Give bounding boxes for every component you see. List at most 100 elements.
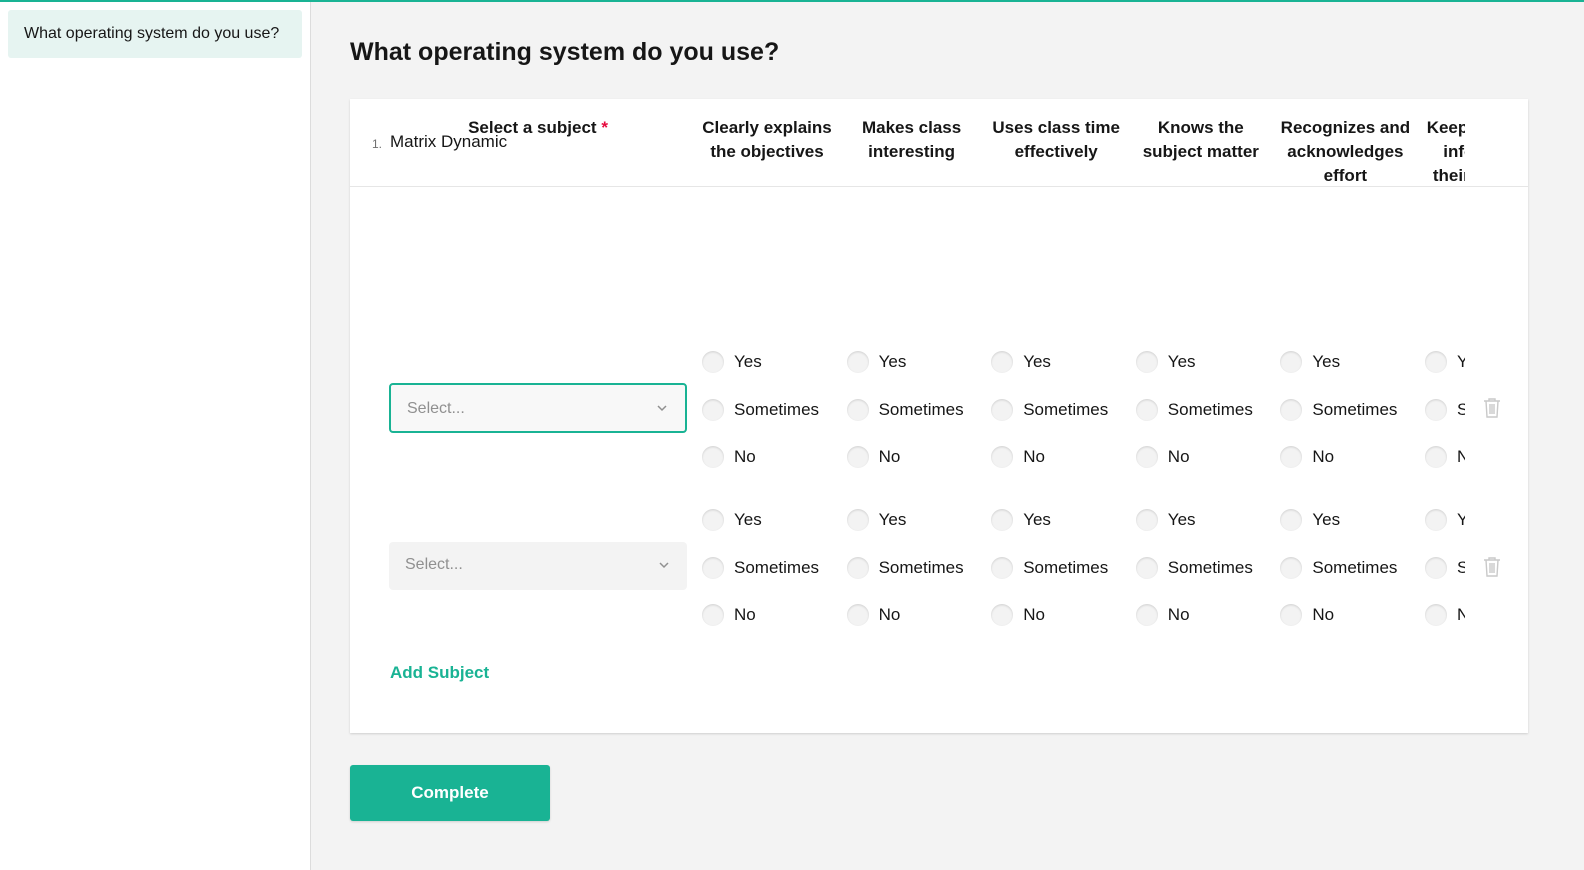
radio-circle[interactable] (1425, 351, 1447, 373)
radio-circle[interactable] (1135, 604, 1158, 626)
radio-option[interactable]: No (991, 444, 1045, 470)
radio-option[interactable]: No (1135, 602, 1190, 628)
radio-option[interactable]: No (1425, 602, 1465, 628)
radio-circle[interactable] (702, 509, 724, 531)
radio-option[interactable]: Sometimes (1425, 555, 1465, 581)
radio-label: Sometimes (1457, 399, 1465, 419)
radio-circle[interactable] (846, 398, 869, 421)
chevron-down-icon (659, 562, 669, 569)
radio-circle[interactable] (702, 351, 724, 373)
radio-circle[interactable] (1425, 604, 1447, 626)
complete-button[interactable]: Complete (350, 765, 550, 821)
radio-option[interactable]: Yes (846, 507, 906, 533)
radio-option[interactable]: Sometimes (846, 555, 964, 581)
radio-circle[interactable] (702, 556, 724, 579)
radio-label: No (1023, 447, 1045, 466)
radio-circle[interactable] (1280, 509, 1303, 531)
chevron-down-icon (657, 405, 667, 412)
column-header: Clearly explains the objectives (702, 118, 832, 161)
radio-circle[interactable] (991, 351, 1014, 373)
radio-circle[interactable] (991, 509, 1014, 531)
radio-option[interactable]: Sometimes (702, 397, 819, 423)
radio-circle[interactable] (1425, 556, 1447, 579)
radio-label: Yes (1457, 352, 1465, 371)
radio-label: No (1312, 605, 1335, 624)
radio-circle[interactable] (991, 398, 1014, 421)
radio-circle[interactable] (1425, 446, 1447, 468)
radio-circle[interactable] (1280, 446, 1303, 468)
radio-circle[interactable] (1425, 509, 1447, 531)
radio-circle[interactable] (1425, 398, 1447, 421)
radio-option[interactable]: Yes (1280, 349, 1340, 375)
radio-circle[interactable] (1135, 351, 1158, 373)
radio-label: No (1167, 605, 1190, 624)
radio-option[interactable]: Yes (991, 349, 1051, 375)
radio-option[interactable]: Yes (991, 507, 1051, 533)
radio-label: Yes (734, 352, 762, 371)
radio-circle[interactable] (1135, 556, 1158, 579)
radio-circle[interactable] (1280, 556, 1303, 579)
radio-circle[interactable] (991, 446, 1014, 468)
radio-option[interactable]: Sometimes (702, 555, 819, 581)
radio-option[interactable]: No (1280, 602, 1334, 628)
radio-circle[interactable] (1135, 509, 1158, 531)
radio-option[interactable]: Sometimes (1135, 397, 1253, 423)
radio-option[interactable]: Yes (1135, 349, 1196, 375)
radio-option[interactable]: No (1280, 444, 1334, 470)
radio-option[interactable]: No (702, 602, 756, 628)
radio-circle[interactable] (702, 398, 724, 421)
dropdown-placeholder: Select... (407, 400, 465, 417)
radio-circle[interactable] (1280, 604, 1303, 626)
radio-circle[interactable] (846, 556, 869, 579)
add-subject-button[interactable]: Add Subject (390, 663, 489, 683)
trash-icon[interactable] (1482, 556, 1502, 578)
radio-option[interactable]: Yes (1135, 507, 1196, 533)
radio-label: Sometimes (1167, 557, 1253, 577)
column-header: Makes class interesting (861, 118, 962, 161)
radio-circle[interactable] (702, 446, 724, 468)
radio-option[interactable]: Yes (1425, 349, 1465, 375)
radio-option[interactable]: No (702, 444, 756, 470)
radio-circle[interactable] (1135, 446, 1158, 468)
radio-label: Yes (1167, 352, 1196, 371)
radio-option[interactable]: Yes (702, 349, 762, 375)
column-header: Recognizes and acknowledges effort (1280, 118, 1411, 185)
radio-option[interactable]: No (846, 602, 900, 628)
radio-circle[interactable] (1280, 351, 1303, 373)
radio-circle[interactable] (846, 509, 869, 531)
radio-label: Yes (878, 352, 907, 371)
trash-icon[interactable] (1482, 397, 1502, 419)
radio-option[interactable]: Sometimes (1280, 555, 1397, 581)
radio-label: Yes (1023, 510, 1051, 529)
radio-label: Yes (1312, 352, 1341, 371)
radio-circle[interactable] (846, 351, 869, 373)
radio-circle[interactable] (846, 604, 869, 626)
radio-option[interactable]: Sometimes (991, 555, 1108, 581)
radio-circle[interactable] (1280, 398, 1303, 421)
radio-circle[interactable] (702, 604, 724, 626)
radio-label: No (1457, 605, 1465, 624)
radio-label: Yes (1457, 510, 1465, 529)
radio-option[interactable]: No (1425, 444, 1465, 470)
radio-option[interactable]: Sometimes (1135, 555, 1253, 581)
radio-option[interactable]: Yes (1425, 507, 1465, 533)
radio-option[interactable]: No (1135, 444, 1190, 470)
radio-option[interactable]: No (991, 602, 1045, 628)
radio-option[interactable]: Yes (1280, 507, 1340, 533)
radio-option[interactable]: Sometimes (991, 397, 1108, 423)
radio-option[interactable]: Yes (702, 507, 762, 533)
radio-label: Sometimes (878, 399, 964, 419)
radio-circle[interactable] (991, 604, 1014, 626)
radio-option[interactable]: Sometimes (846, 397, 964, 423)
radio-option[interactable]: No (846, 444, 900, 470)
radio-circle[interactable] (846, 446, 869, 468)
subject-dropdown[interactable]: Select... (389, 542, 687, 590)
radio-circle[interactable] (991, 556, 1014, 579)
radio-option[interactable]: Sometimes (1425, 397, 1465, 423)
radio-option[interactable]: Yes (846, 349, 907, 375)
radio-circle[interactable] (1135, 398, 1158, 421)
radio-label: No (1167, 447, 1190, 466)
matrix-table: Select a subject * Clearly explains the … (0, 0, 1465, 870)
subject-dropdown[interactable]: Select... (389, 383, 687, 433)
radio-option[interactable]: Sometimes (1280, 397, 1397, 423)
